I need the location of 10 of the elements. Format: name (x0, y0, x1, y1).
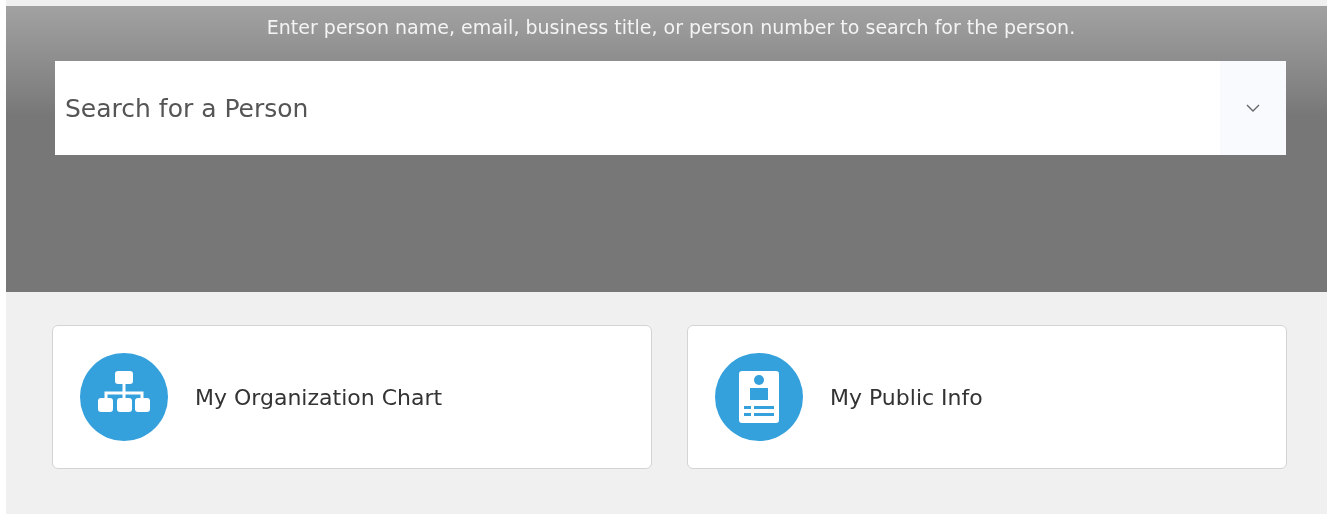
org-chart-icon (80, 353, 168, 441)
card-label: My Public Info (830, 384, 983, 410)
search-hint: Enter person name, email, business title, or person number to search for the person. (265, 15, 1077, 40)
shortcut-card[interactable]: My Public Info (687, 325, 1287, 469)
card-label: My Organization Chart (195, 384, 443, 410)
dropdown-button[interactable] (1220, 61, 1286, 155)
search-field[interactable]: Search for a Person (55, 61, 1220, 155)
chevron-down-icon (1245, 103, 1261, 113)
shortcut-card[interactable]: My Organization Chart (52, 325, 652, 469)
id-badge-icon (715, 353, 803, 441)
